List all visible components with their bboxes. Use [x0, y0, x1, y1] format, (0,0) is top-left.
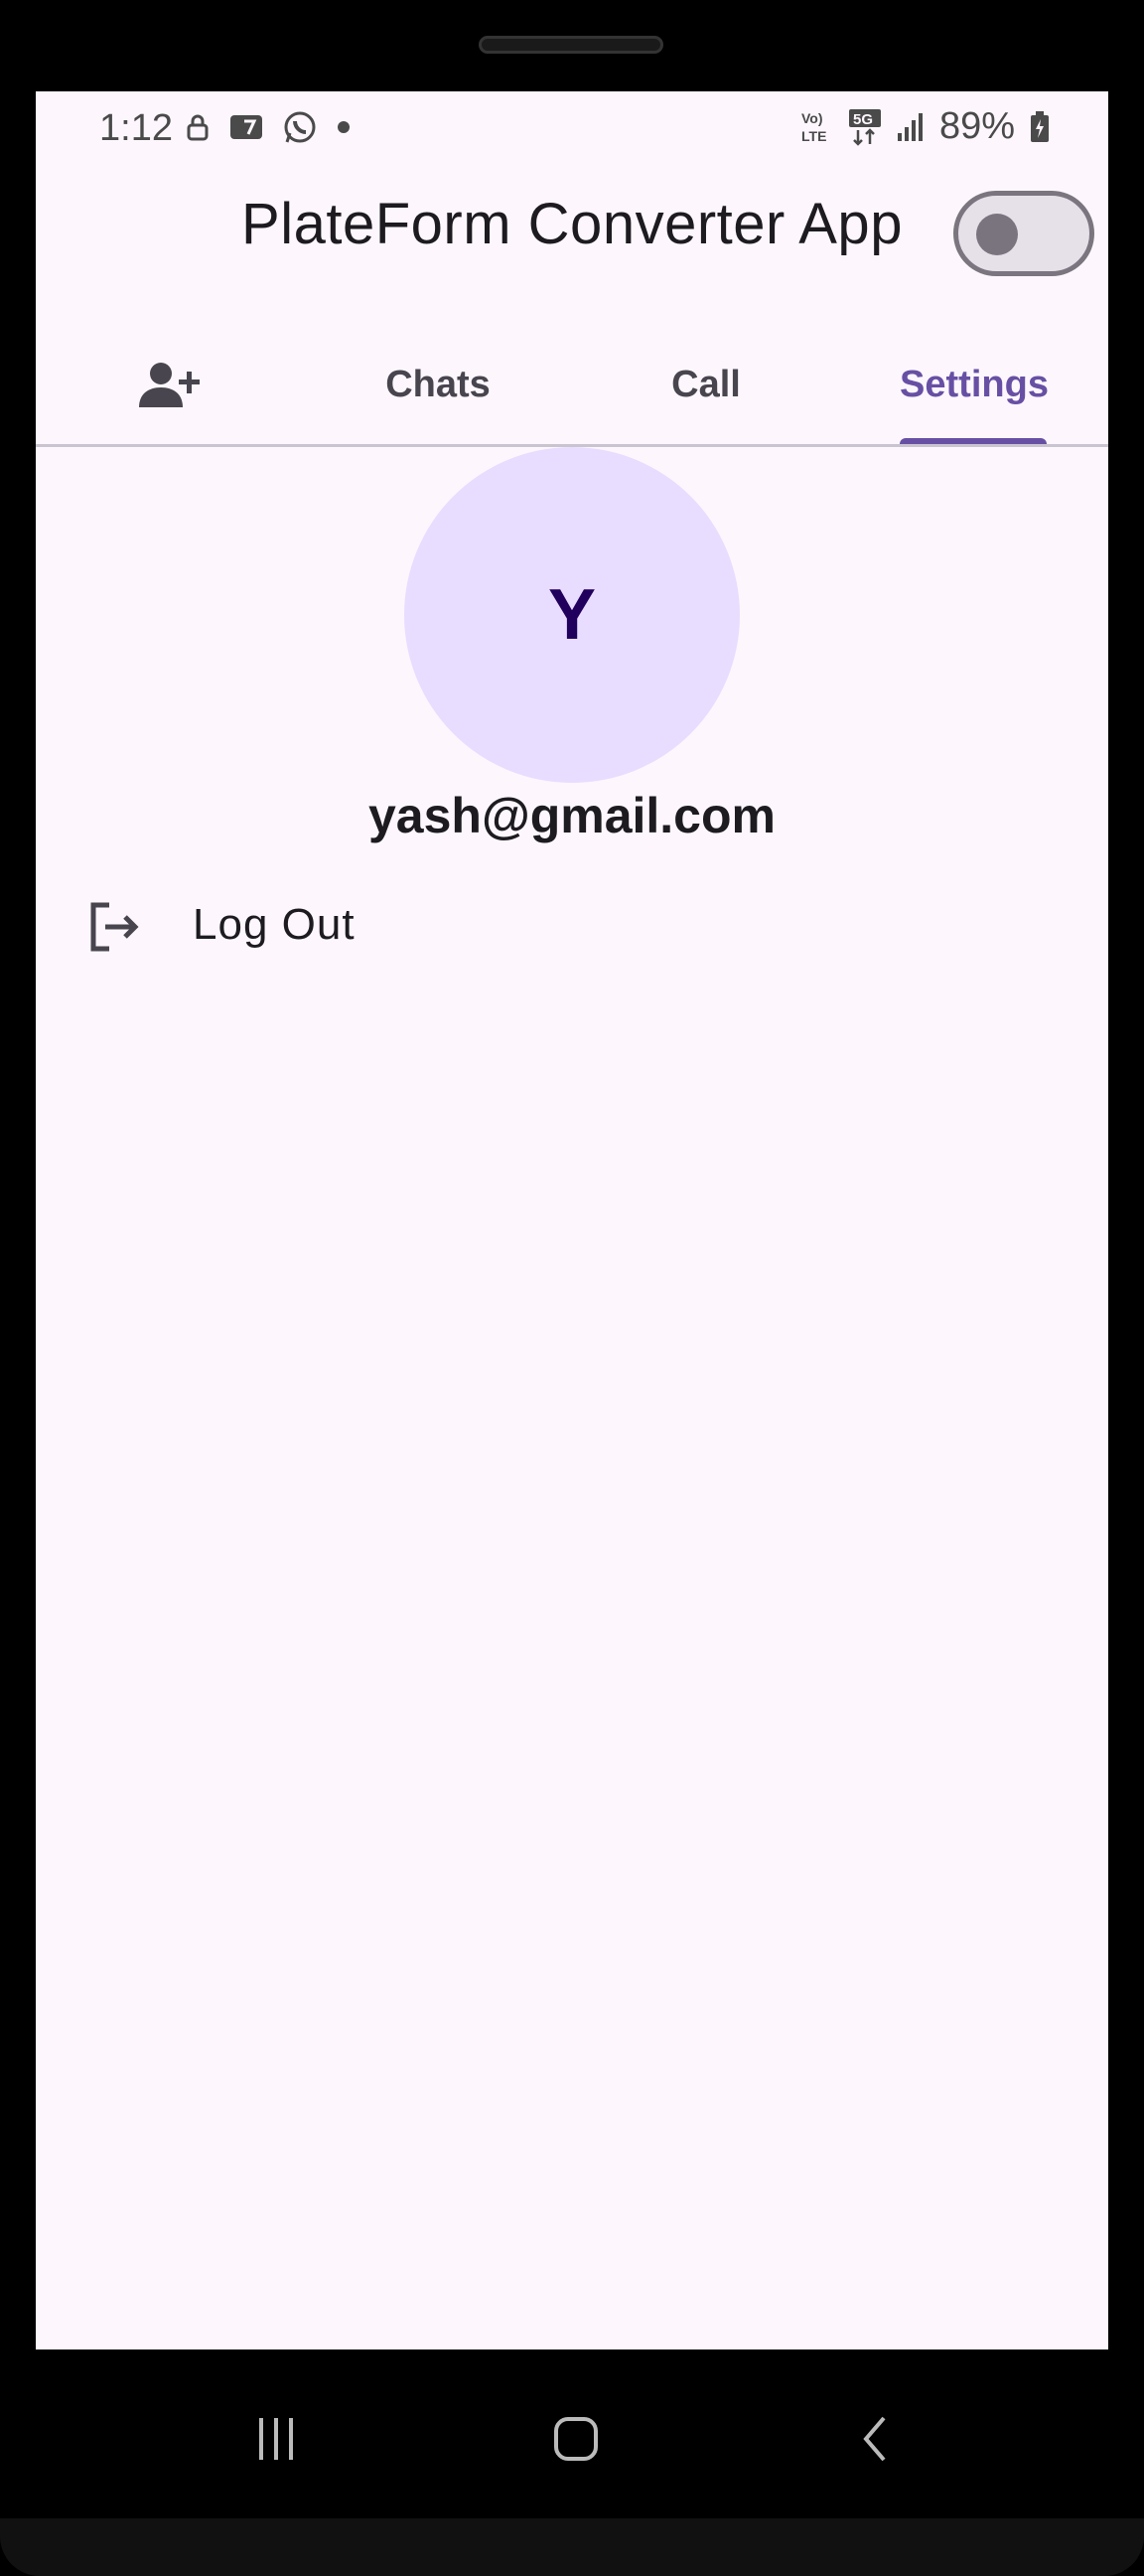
earpiece-speaker — [479, 36, 663, 54]
svg-text:LTE: LTE — [801, 128, 826, 144]
logout-label: Log Out — [193, 900, 356, 949]
app-screen: 1:12 Vo) LTE 5G 89% PlateForm Converter … — [36, 91, 1108, 2349]
dot-icon — [338, 121, 350, 133]
tab-settings[interactable]: Settings — [840, 330, 1108, 439]
tab-call[interactable]: Call — [572, 330, 840, 439]
avatar: Y — [404, 447, 740, 783]
battery-charging-icon — [1031, 110, 1049, 142]
back-icon — [863, 2416, 886, 2462]
notification-icon — [230, 115, 262, 139]
user-email: yash@gmail.com — [367, 788, 776, 843]
5g-icon: 5G — [848, 108, 881, 146]
toggle-knob — [976, 214, 1018, 255]
svg-text:5G: 5G — [853, 111, 873, 128]
tab-bar: Chats Call Settings — [36, 330, 1108, 439]
status-time: 1:12 — [99, 107, 173, 149]
battery-percentage: 89% — [938, 105, 1015, 147]
recent-apps-button[interactable] — [236, 2399, 316, 2479]
status-bar: 1:12 Vo) LTE 5G 89% — [36, 91, 1108, 161]
home-button[interactable] — [536, 2399, 616, 2479]
tab-add-contact[interactable] — [36, 330, 304, 439]
svg-text:Vo): Vo) — [801, 110, 823, 126]
phone-bottom-edge — [0, 2518, 1144, 2576]
add-person-icon — [139, 363, 200, 407]
lock-icon — [187, 114, 209, 141]
back-button[interactable] — [837, 2399, 917, 2479]
logout-list-item[interactable]: Log Out — [36, 876, 1108, 985]
logout-icon — [90, 902, 139, 952]
app-title: PlateForm Converter App — [241, 192, 903, 256]
tab-chats[interactable]: Chats — [304, 330, 572, 439]
status-icons-right: Vo) LTE 5G 89% — [800, 105, 1051, 148]
signal-icon — [897, 112, 923, 141]
status-icons-left — [185, 109, 352, 145]
system-navigation-bar — [0, 2349, 1144, 2518]
theme-toggle-switch[interactable] — [953, 191, 1094, 276]
volte-icon: Vo) LTE — [801, 110, 826, 144]
home-icon — [554, 2417, 598, 2461]
whatsapp-icon — [284, 111, 316, 143]
recent-apps-icon — [259, 2418, 293, 2460]
